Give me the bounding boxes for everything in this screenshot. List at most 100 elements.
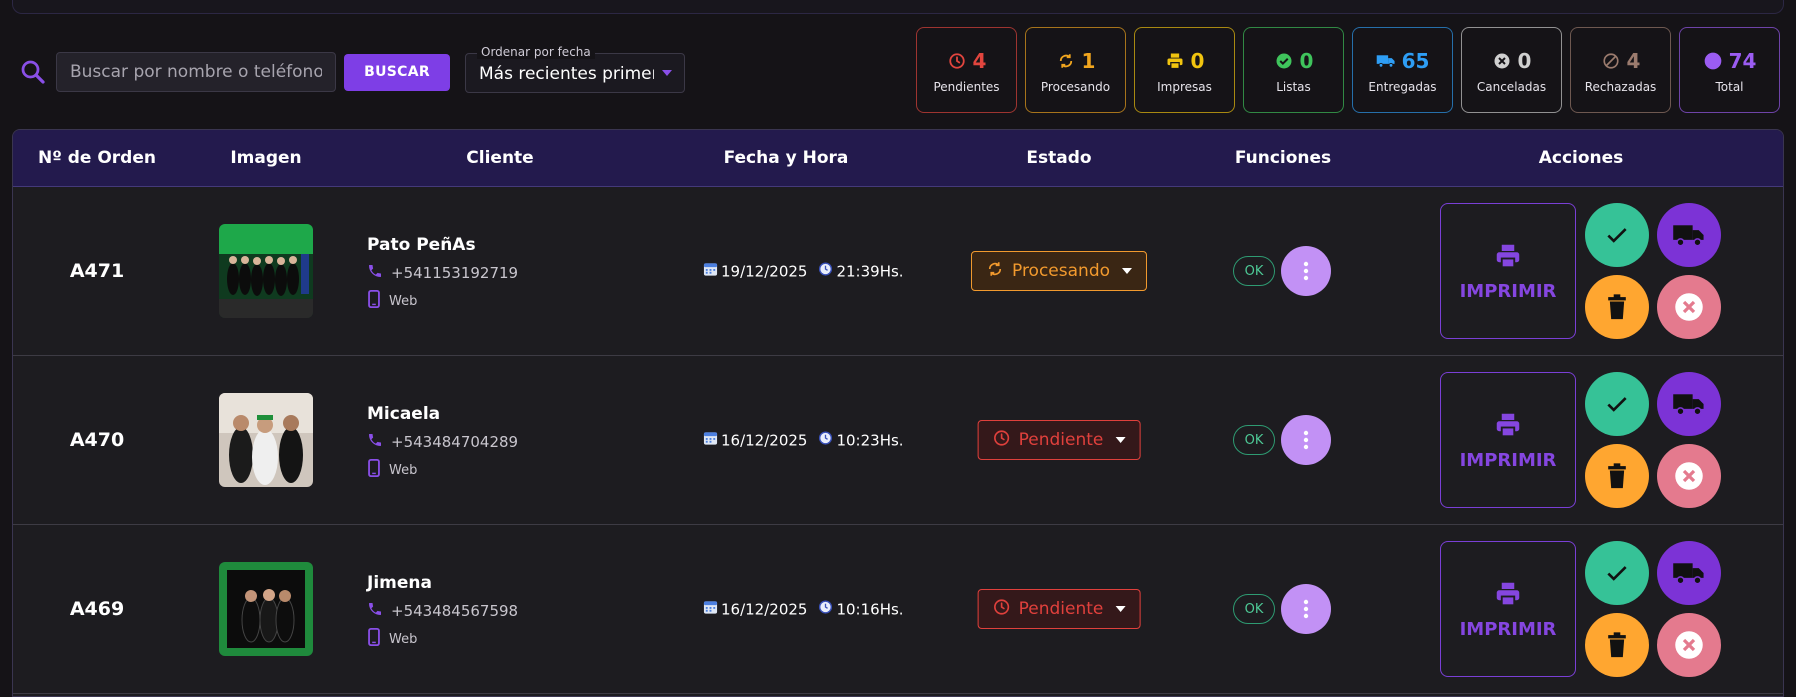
mark-ready-button[interactable]: [1585, 203, 1649, 267]
mark-ready-button[interactable]: [1585, 541, 1649, 605]
mobile-icon: [367, 290, 381, 312]
print-button[interactable]: IMPRIMIR: [1440, 541, 1576, 677]
delete-button[interactable]: [1585, 444, 1649, 508]
stat-count: 65: [1401, 49, 1430, 73]
calendar-icon: [703, 431, 718, 450]
x-circle-icon: [1675, 631, 1703, 659]
printer-icon: [1496, 413, 1520, 437]
stat-label: Impresas: [1157, 80, 1212, 94]
stat-card-canceladas[interactable]: 0 Canceladas: [1461, 27, 1562, 113]
delete-button[interactable]: [1585, 613, 1649, 677]
client-info: Pato PeñAs +541153192719 Web: [367, 235, 518, 319]
status-dropdown[interactable]: Procesando: [970, 251, 1148, 291]
check-icon: [1607, 228, 1627, 243]
check-icon: [1607, 397, 1627, 412]
order-datetime: 19/12/2025 21:39Hs.: [703, 262, 904, 281]
cancel-order-button[interactable]: [1657, 275, 1721, 339]
client-source: Web: [367, 290, 518, 312]
phone-number: +541153192719: [391, 264, 519, 282]
stat-card-entregadas[interactable]: 65 Entregadas: [1352, 27, 1453, 113]
order-datetime: 16/12/2025 10:23Hs.: [703, 431, 904, 450]
order-date: 16/12/2025: [721, 431, 808, 449]
x-circle-icon: [1675, 462, 1703, 490]
stat-count: 0: [1190, 49, 1205, 73]
cancel-order-button[interactable]: [1657, 613, 1721, 677]
order-datetime: 16/12/2025 10:16Hs.: [703, 600, 904, 619]
order-image[interactable]: [219, 224, 313, 318]
phone-icon: [367, 432, 383, 452]
x-circle-icon: [1492, 51, 1512, 71]
ok-badge[interactable]: OK: [1233, 425, 1275, 455]
search-input[interactable]: [56, 52, 336, 92]
client-phone: +543484704289: [367, 432, 518, 452]
truck-icon: [1673, 394, 1704, 416]
dot-icon: [1703, 51, 1723, 71]
more-options-button[interactable]: [1281, 246, 1331, 296]
stat-card-procesando[interactable]: 1 Procesando: [1025, 27, 1126, 113]
search-button[interactable]: BUSCAR: [344, 53, 450, 91]
order-number: A469: [69, 598, 125, 620]
print-label: IMPRIMIR: [1459, 618, 1557, 640]
stat-card-rechazadas[interactable]: 4 Rechazadas: [1570, 27, 1671, 113]
stat-card-pendientes[interactable]: 4 Pendientes: [916, 27, 1017, 113]
stat-count: 74: [1728, 49, 1757, 73]
mark-delivered-button[interactable]: [1657, 203, 1721, 267]
source-label: Web: [389, 293, 418, 309]
chevron-down-icon: [1122, 268, 1133, 274]
stat-label: Procesando: [1040, 80, 1111, 94]
search-bar: BUSCAR: [18, 52, 450, 92]
print-button[interactable]: IMPRIMIR: [1440, 372, 1576, 508]
phone-number: +543484567598: [391, 602, 519, 620]
stat-label: Entregadas: [1368, 80, 1437, 94]
order-image[interactable]: [219, 562, 313, 656]
order-date: 19/12/2025: [721, 262, 808, 280]
header-client: Cliente: [466, 148, 534, 168]
source-label: Web: [389, 462, 418, 478]
mark-ready-button[interactable]: [1585, 372, 1649, 436]
status-label: Pendiente: [1018, 599, 1104, 619]
sort-label: Ordenar por fecha: [477, 45, 595, 59]
more-vertical-icon: [1303, 430, 1309, 450]
sync-icon: [986, 260, 1004, 283]
status-dropdown[interactable]: Pendiente: [977, 420, 1141, 460]
mark-delivered-button[interactable]: [1657, 541, 1721, 605]
clock-icon: [993, 598, 1011, 621]
truck-icon: [1673, 563, 1704, 585]
search-icon[interactable]: [18, 57, 48, 87]
order-time: 10:23Hs.: [836, 431, 904, 449]
printer-icon: [1165, 51, 1185, 71]
x-circle-icon: [1675, 293, 1703, 321]
stat-card-impresas[interactable]: 0 Impresas: [1134, 27, 1235, 113]
trash-icon: [1608, 294, 1626, 320]
stat-card-total[interactable]: 74 Total: [1679, 27, 1780, 113]
more-options-button[interactable]: [1281, 584, 1331, 634]
stat-card-listas[interactable]: 0 Listas: [1243, 27, 1344, 113]
stat-top: 74: [1703, 46, 1757, 76]
more-options-button[interactable]: [1281, 415, 1331, 465]
print-button[interactable]: IMPRIMIR: [1440, 203, 1576, 339]
cancel-order-button[interactable]: [1657, 444, 1721, 508]
ok-badge[interactable]: OK: [1233, 256, 1275, 286]
sort-select[interactable]: Ordenar por fecha Más recientes primero: [465, 45, 685, 93]
stat-top: 4: [1601, 46, 1640, 76]
stat-count: 0: [1517, 49, 1532, 73]
table-header: Nº de Orden Imagen Cliente Fecha y Hora …: [13, 130, 1783, 187]
header-datetime: Fecha y Hora: [723, 148, 849, 168]
order-number: A471: [69, 260, 125, 282]
header-image: Imagen: [230, 148, 302, 168]
delete-button[interactable]: [1585, 275, 1649, 339]
status-dropdown[interactable]: Pendiente: [977, 589, 1141, 629]
stat-top: 0: [1165, 46, 1205, 76]
status-label: Procesando: [1011, 261, 1111, 281]
order-image[interactable]: [219, 393, 313, 487]
mark-delivered-button[interactable]: [1657, 372, 1721, 436]
clock-icon: [818, 600, 833, 619]
print-label: IMPRIMIR: [1459, 280, 1557, 302]
order-number: A470: [69, 429, 125, 451]
phone-icon: [367, 263, 383, 283]
stat-top: 0: [1274, 46, 1313, 76]
trash-icon: [1608, 632, 1626, 658]
check-icon: [1607, 566, 1627, 581]
stat-top: 4: [947, 46, 986, 76]
ok-badge[interactable]: OK: [1233, 594, 1275, 624]
